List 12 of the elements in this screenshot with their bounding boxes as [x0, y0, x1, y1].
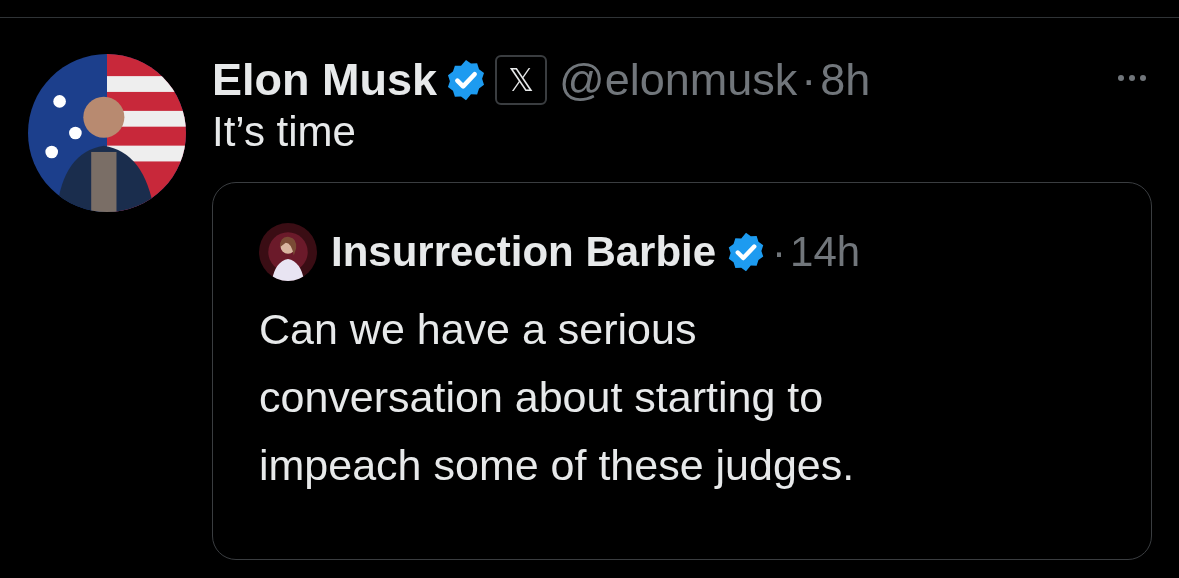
affiliate-badge: 𝕏	[495, 55, 548, 105]
post-time[interactable]: 14h	[790, 228, 861, 276]
more-icon[interactable]	[1117, 74, 1147, 82]
post-text: It’s time	[212, 108, 357, 156]
separator-dot: ·	[772, 228, 787, 276]
post-time[interactable]: 8h	[820, 54, 871, 106]
author-name[interactable]: Elon Musk	[212, 54, 438, 106]
author-name[interactable]: Insurrection Barbie	[331, 228, 717, 276]
quoted-text: Can we have a serious conversation about starting to impeach some of these judges.	[259, 304, 856, 491]
author-handle[interactable]: @elonmusk	[559, 54, 798, 106]
separator-dot: ·	[801, 54, 817, 106]
quoted-post[interactable]: Insurrection Barbie ·14h Can we have a serious conversation about starting to impeach some of these judges.	[212, 182, 1152, 560]
